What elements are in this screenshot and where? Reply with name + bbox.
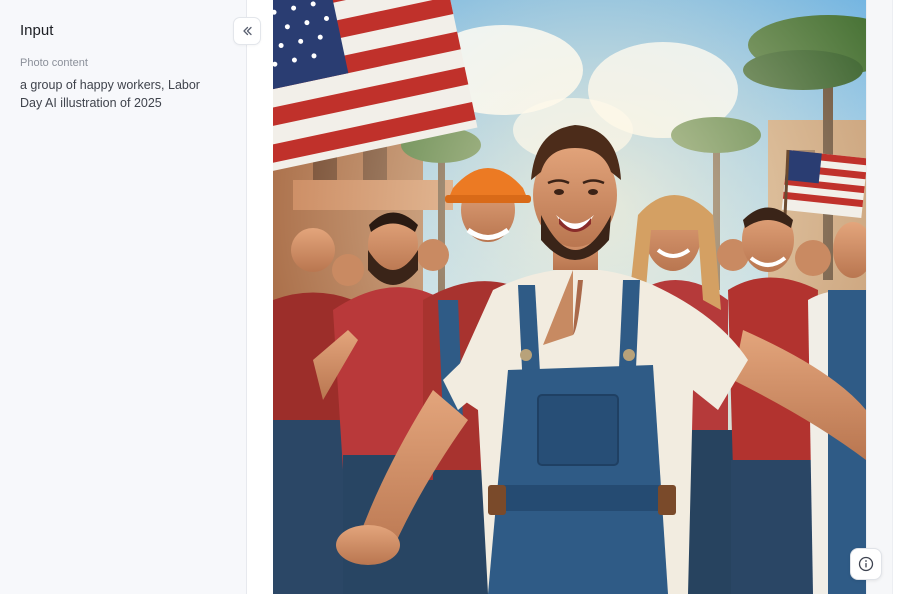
info-button[interactable] xyxy=(850,548,882,580)
chevrons-left-icon xyxy=(243,26,252,36)
image-canvas xyxy=(248,0,900,594)
collapse-panel-button[interactable] xyxy=(233,17,261,45)
info-icon xyxy=(858,556,874,572)
generated-image[interactable] xyxy=(273,0,866,594)
app-window: Input Photo content a group of happy wor… xyxy=(0,0,900,594)
prompt-label: Photo content xyxy=(20,57,88,69)
right-scroll-strip xyxy=(866,0,893,594)
prompt-text[interactable]: a group of happy workers, Labor Day AI i… xyxy=(20,76,200,112)
panel-title: Input xyxy=(20,22,54,39)
generated-illustration xyxy=(273,0,866,594)
input-panel: Input Photo content a group of happy wor… xyxy=(0,0,247,594)
